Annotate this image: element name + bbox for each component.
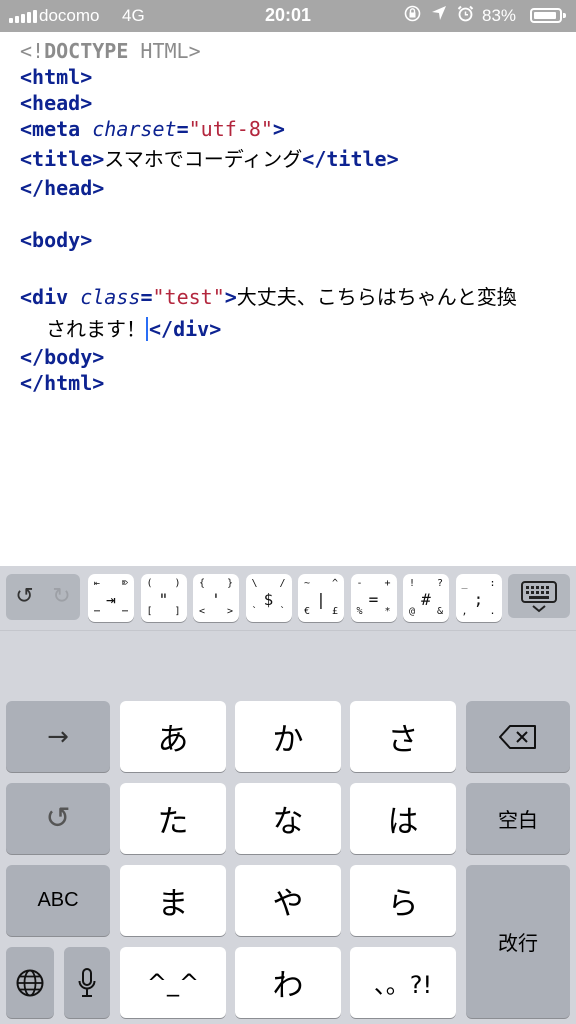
text-cursor bbox=[146, 317, 148, 341]
symbol-key[interactable]: _:;,. bbox=[455, 574, 502, 622]
symbol-glyph: ⋯ bbox=[121, 606, 128, 617]
symbol-glyph: % bbox=[356, 606, 363, 617]
battery-percentage: 83% bbox=[482, 6, 517, 25]
status-bar: docomo 4G 20:01 83% bbox=[0, 0, 576, 32]
symbol-glyph: @ bbox=[409, 606, 416, 617]
code-line-doctype: <!DOCTYPE HTML> bbox=[20, 39, 201, 63]
symbol-key[interactable]: ⇤ ⌦ ⇥ ⋯ ⋯ bbox=[88, 574, 134, 622]
symbol-glyph: ( bbox=[146, 578, 153, 589]
symbol-glyph: ^ bbox=[331, 578, 338, 589]
code-line-meta: <meta charset="utf-8"> bbox=[20, 117, 285, 141]
symbol-glyph: & bbox=[436, 606, 443, 617]
symbol-glyph: + bbox=[384, 578, 391, 589]
symbol-glyph: : bbox=[489, 578, 496, 589]
location-arrow-icon bbox=[431, 5, 447, 27]
symbol-glyph: ~ bbox=[304, 578, 311, 589]
symbol-glyph: * bbox=[384, 606, 391, 617]
return-key[interactable]: 改行 bbox=[466, 865, 570, 1018]
symbol-glyph: [ bbox=[146, 606, 153, 617]
japanese-flick-keyboard: → あ か さ ↺ た な は 空白 ABC ま や ら 改行 ^_^ わ 、。… bbox=[0, 631, 576, 1024]
key-na[interactable]: な bbox=[235, 783, 341, 854]
punctuation-key[interactable]: 、。?! bbox=[350, 947, 456, 1018]
key-ta[interactable]: た bbox=[120, 783, 226, 854]
hide-keyboard-button[interactable] bbox=[508, 574, 570, 618]
symbol-glyph: - bbox=[356, 578, 363, 589]
symbol-glyph: ⋯ bbox=[94, 606, 101, 617]
code-editor[interactable]: <!DOCTYPE HTML> <html> <head> <meta char… bbox=[0, 32, 576, 566]
globe-icon bbox=[16, 969, 44, 996]
code-line-title: <title>スマホでコーディング</title> bbox=[20, 147, 399, 171]
symbol-glyph: ` bbox=[279, 606, 286, 617]
symbol-key[interactable]: \ / $ ` ` bbox=[245, 574, 292, 622]
symbol-glyph: _ bbox=[461, 578, 468, 589]
symbol-glyph: > bbox=[226, 606, 233, 617]
symbol-key[interactable]: {} ' < > bbox=[193, 574, 239, 622]
symbol-glyph: < bbox=[199, 606, 206, 617]
globe-button[interactable] bbox=[6, 947, 54, 1018]
key-ra[interactable]: ら bbox=[350, 865, 456, 936]
symbol-glyph: ` bbox=[251, 606, 258, 617]
code-line-head-open: <head> bbox=[20, 91, 93, 115]
symbol-glyph: { bbox=[199, 578, 206, 589]
key-ka[interactable]: か bbox=[235, 701, 341, 772]
status-icons bbox=[404, 5, 474, 27]
symbol-glyph: ] bbox=[174, 606, 181, 617]
symbol-glyph: . bbox=[489, 606, 496, 617]
code-line-html-open: <html> bbox=[20, 65, 93, 89]
symbol-glyph: ! bbox=[409, 578, 416, 589]
code-line-div: <div class="test">大丈夫、こちらはちゃんと変換 bbox=[20, 285, 517, 309]
dictation-button[interactable] bbox=[64, 947, 110, 1018]
symbol-glyph: / bbox=[279, 578, 286, 589]
reverse-cycle-key[interactable]: ↺ bbox=[6, 783, 110, 854]
symbol-glyph: \ bbox=[251, 578, 258, 589]
key-a[interactable]: あ bbox=[120, 701, 226, 772]
next-candidate-arrow-key[interactable]: → bbox=[6, 701, 110, 772]
undo-button[interactable]: ↺ bbox=[6, 574, 43, 620]
space-key[interactable]: 空白 bbox=[466, 783, 570, 854]
code-line-body-close: </body> bbox=[20, 345, 105, 369]
key-wa[interactable]: わ bbox=[235, 947, 341, 1018]
microphone-icon bbox=[78, 967, 96, 997]
delete-button[interactable] bbox=[466, 701, 570, 772]
symbol-glyph: } bbox=[226, 578, 233, 589]
alarm-icon bbox=[457, 5, 474, 27]
symbol-key[interactable]: !? # @ & bbox=[403, 574, 449, 622]
symbol-glyph: ⌦ bbox=[121, 578, 128, 589]
backspace-icon bbox=[499, 724, 536, 749]
key-ma[interactable]: ま bbox=[120, 865, 226, 936]
code-line-head-close: </head> bbox=[20, 176, 105, 200]
undo-redo-group: ↺ ↻ bbox=[6, 574, 80, 620]
key-sa[interactable]: さ bbox=[350, 701, 456, 772]
orientation-lock-icon bbox=[404, 5, 421, 27]
symbol-key[interactable]: () "[] bbox=[140, 574, 187, 622]
symbol-glyph: ) bbox=[174, 578, 181, 589]
redo-button[interactable]: ↻ bbox=[43, 574, 80, 620]
key-ha[interactable]: は bbox=[350, 783, 456, 854]
abc-mode-key[interactable]: ABC bbox=[6, 865, 110, 936]
battery-icon bbox=[530, 8, 566, 23]
symbol-glyph: ⇤ bbox=[94, 578, 101, 589]
keyboard-dismiss-icon bbox=[521, 581, 557, 613]
code-line-div-continued: されます！ </div> bbox=[46, 317, 222, 341]
emoticon-key[interactable]: ^_^ bbox=[120, 947, 226, 1018]
symbol-glyph: € bbox=[304, 606, 311, 617]
symbol-glyph: £ bbox=[331, 606, 338, 617]
code-line-html-close: </html> bbox=[20, 371, 105, 395]
symbol-glyph: ? bbox=[436, 578, 443, 589]
code-line-body-open: <body> bbox=[20, 228, 93, 252]
symbol-key[interactable]: - + =% * bbox=[350, 574, 397, 622]
keyboard-accessory-bar: ↺ ↻ ⇤ ⌦ ⇥ ⋯ ⋯() "[]{} ' < > \ / $ ` ` ~ ^ | € £ - + =% *!? # @ & _… bbox=[0, 566, 576, 631]
symbol-key[interactable]: ~ ^ | € £ bbox=[298, 574, 344, 622]
key-ya[interactable]: や bbox=[235, 865, 341, 936]
symbol-glyph: , bbox=[461, 606, 468, 617]
